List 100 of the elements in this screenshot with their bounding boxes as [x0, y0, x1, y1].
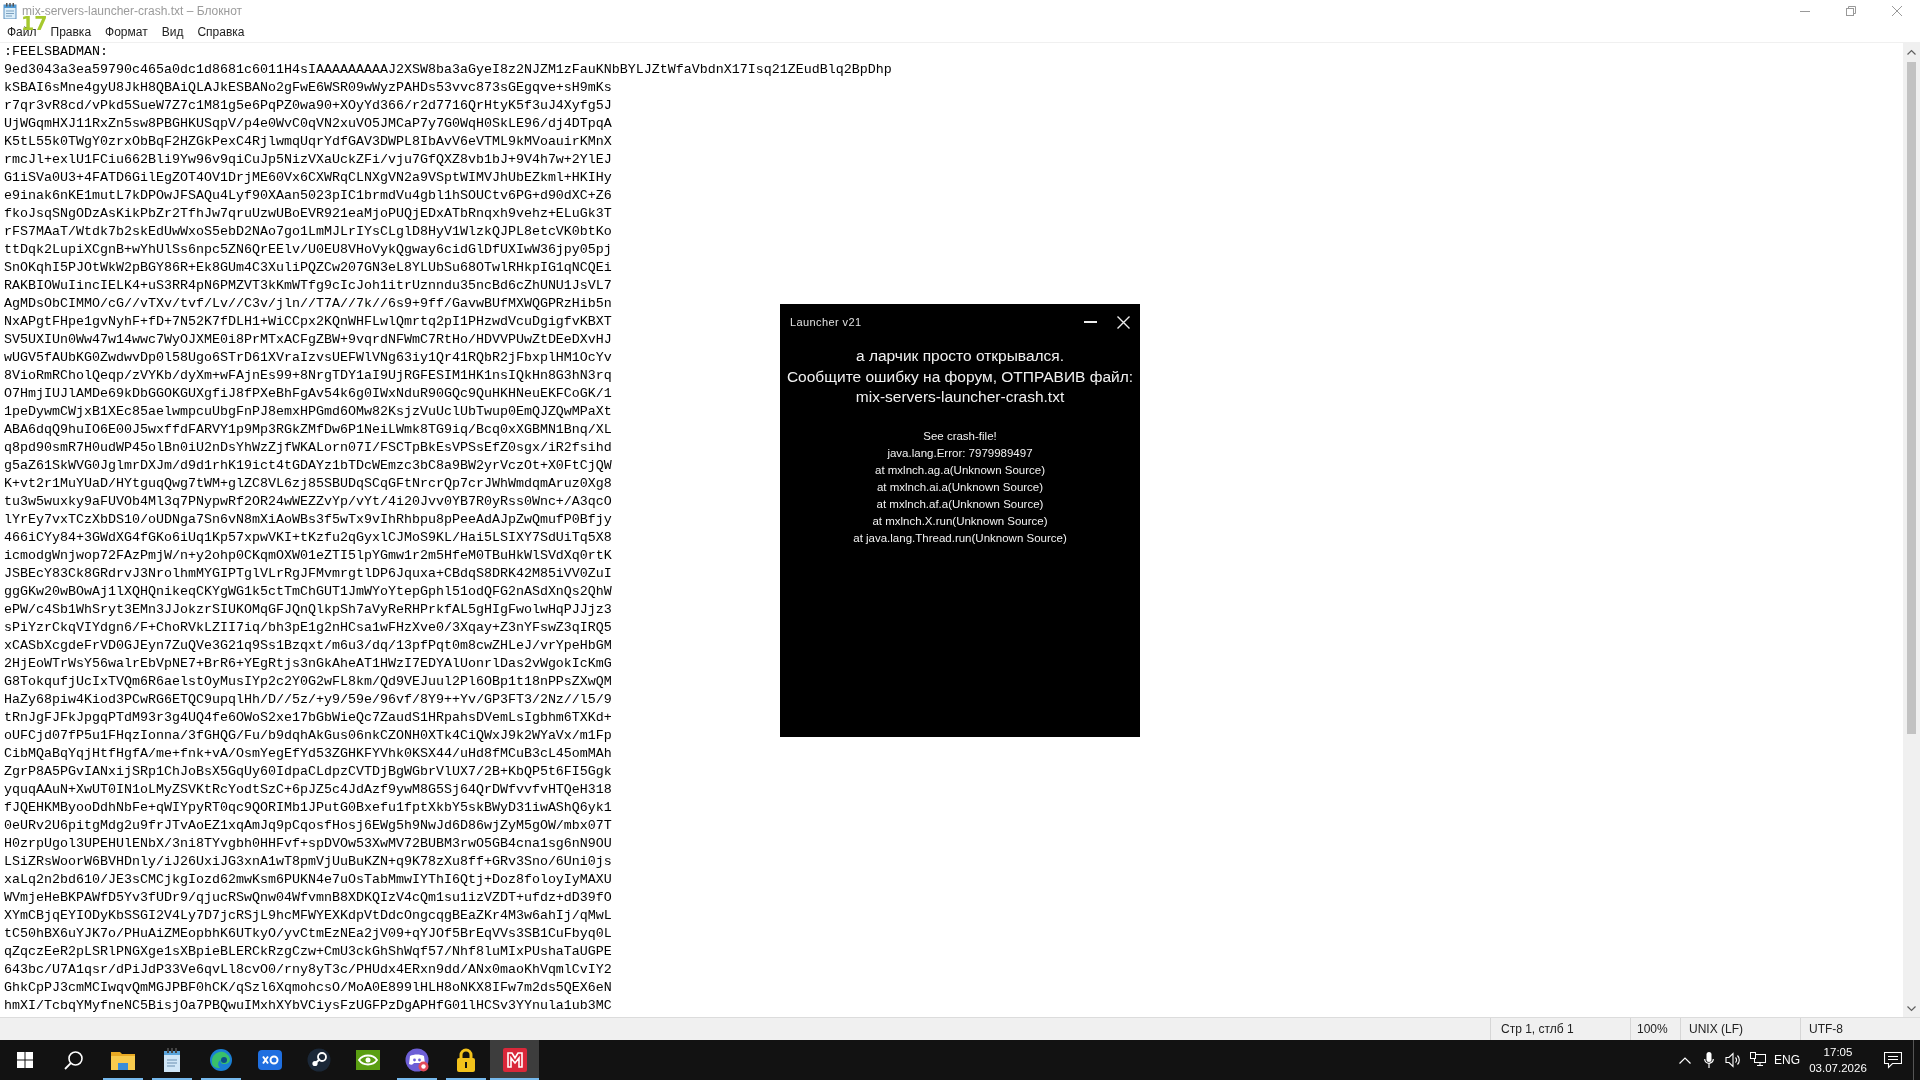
eye-logo-icon: [355, 1048, 380, 1072]
windows-logo-icon: [16, 1052, 33, 1068]
text-line: O7HmjIUJlAMDe69kDbGGOKGUXgfiJ8fPXeBhFgAv54k6g0IWxNduR90GQc9QuHKHNeuEKFCoGK/1: [4, 385, 612, 403]
clock-date: 03.07.2026: [1809, 1061, 1867, 1076]
error-message: а ларчик просто открывался.: [856, 346, 1064, 366]
encoding: UTF-8: [1809, 1022, 1843, 1036]
text-line: yquqAAuN+XwUT0IN1oLMyZSVKtRcYodtSzC+6pJZ5c4JdAzf9ywM8G5Sj64QrDWfvvfvHTQeH318: [4, 781, 612, 799]
text-line: K+vt2r1MuYUaD/HYtguqQwg7tWM+glZC8VL6zj85SBUDqSCqGFtNrcrQp7crJWhWmdqmAruz0Xg8: [4, 475, 612, 493]
text-line: q8pd90smR7H0udWP45olBn0iU2nDsYhWzZjfWKALorn07I/FSCTpBkEsVPSsEfZ0sgx/iR2fsihd: [4, 439, 612, 457]
stack-trace-line: at mxlnch.ai.a(Unknown Source): [876, 479, 1044, 495]
text-line: tu3w5wuxky9aFUVOb4Ml3q7PNypwRf2OR24wWEZZvYp/vYt/4i20Jvv0YB7R0yRss0Wnc+/A3qcO: [4, 493, 612, 511]
text-line: 643bc/U7A1qsr/dPiJdP33Ve6qvLl8cvO0/rny8yT3c/PHUdx4ERxn9dd/ANx0maoKhVqmlCvIY2: [4, 961, 612, 979]
text-line: fkoJsqSNgODzAsKikPbZr2TfhJw7qruUzwUBoEVR921eaMjoPUQjEDxATbRnqxh9vehz+ELuGk3T: [4, 205, 612, 223]
error-message: Сообщите ошибку на форум, ОТПРАВИВ файл:: [786, 366, 1134, 387]
dialog-title: Launcher v21: [790, 315, 863, 330]
menu-item[interactable]: Формат: [98, 23, 155, 41]
chevron-up-icon: [1679, 1056, 1691, 1064]
microphone-icon: [1704, 1052, 1714, 1068]
disc-logo-icon: [306, 1048, 331, 1072]
stack-trace-line: at java.lang.Thread.run(Unknown Source): [853, 530, 1067, 546]
text-line: K5tL55k0TWgY0zrxObBqF2HZGkPexC4RjlwmqUqrYdfGAV3DWPL8IbAvV6eVTML9kMVoauirKMnX: [4, 133, 612, 151]
text-line: tRnJgFJFkJpgqPTdM93r3g4UQ4fe6OWoS2xe17bGbWieQc7ZaudS1HRpahsDVemLsIgbhm6TXKd+: [4, 709, 612, 727]
text-line: qZqczEeR2pLSRlPNGXge1sXBpieBLERCkRzgCzw+CmU3ckGhShWqf57/Nhf8luMIxPUshaTaUGPE: [4, 943, 612, 961]
taskbar-app[interactable]: [490, 1040, 539, 1080]
text-line: 9ed3043a3ea59790c465a0dc1d8681c6011H4sIAAAAAAAAAJ2XSW8ba3aGyeI8z2NJZM1zFauKNbBYLJZtWfaVbdnX17Isq21ZEudBlq2BpDhp: [4, 61, 892, 79]
notepad-icon: [3, 3, 17, 19]
text-line: G8TokqufjUcIxTVQm6R6aelstOyMusIYp2c2Y0G2wFL8km/Qd9VEJuul2Pl6OBp1t18nPPsZXwQM: [4, 673, 612, 691]
stack-trace-line: at mxlnch.af.a(Unknown Source): [876, 496, 1044, 512]
text-line: hmXI/TcbqYMyfneNC5BisjOa7PBQwuIMxhXYbVCiysFzUGFPzDgAPHfG01lHCSv3YYnula1ub3MC: [4, 997, 612, 1015]
minimize-icon: [1084, 321, 1097, 323]
cursor-position: Стр 1, стлб 1: [1501, 1022, 1574, 1036]
error-message: mix-servers-launcher-crash.txt: [855, 387, 1065, 407]
text-line: e9inak6nKE1mutL7kDPOwJFSAQu4Lyf90XAan5023pIC1brmdVu4gbl1hSOUCtv6PG+d90dXC+Z6: [4, 187, 612, 205]
text-line: G1iSVa0U3+4FATD6GilEgZOT4OV1DrjME60Vx6CXWRqCLNXgVN2a9VSptWIMVJhUbEZkml+HKIHy: [4, 169, 612, 187]
network-icon: [1750, 1052, 1766, 1068]
text-line: tC50hBX6uYJK7o/PHuAiZMEopbhK6UTkyO/yvCtmEzNEa2jV09+qYJOf5BrEqVVs3SB1CuFbyq0L: [4, 925, 612, 943]
text-line: rmcJl+exlU1FCiu662Bli9Yw96v9qiCuJp5NizVXaUckZFi/vju7GfQXZ8vb1bJ+9V4h7w+2YlEJ: [4, 151, 612, 169]
text-line: GhkCpPJ3cmMCIwqvQmMGJPBF0hCK/qSzl6XqmohcsO/MoA0E899lHLH8oNKX8IFw7m2ds5QEX6eN: [4, 979, 612, 997]
stack-trace-line: java.lang.Error: 7979989497: [887, 445, 1033, 461]
text-line: ZgrP8A5PGvIANxijSRp1ChJoBsX5GqUy60IdpaCLdpzCVTDjBgWGbrVlUX7/2B+KbQP5t6FI5Ggk: [4, 763, 612, 781]
text-line: :FEELSBADMAN:: [4, 43, 108, 61]
text-line: 8VioRmRCholQeqp/zVYKb/dyXm+wFAjnEs99+8NrgTDY1aI9UjRGFESIM1HK1nsIQkHn8G3hN3rq: [4, 367, 612, 385]
speaker-icon: [1725, 1052, 1741, 1068]
text-line: HaZy68piw4Kiod3PCwRG6ETQC9upqlHh/D//5z/+y9/59e/96vf/8Y9++Yv/GP3FT3/2Nz//l5/9: [4, 691, 612, 709]
stack-trace-line: at mxlnch.ag.a(Unknown Source): [875, 462, 1045, 478]
text-line: XYmCBjqEYIODyKbSSGI2V4Ly7D7jcRSjL9hcMFWYEXKdpVtDdcOngcqgBEaZKr4M3w6ahIj/qMwL: [4, 907, 612, 925]
controller-face-icon: [404, 1048, 429, 1072]
stack-trace-line: at mxlnch.X.run(Unknown Source): [872, 513, 1048, 529]
text-line: 2HjEoWTrWsY56walrEbVpNE7+BrR6+YEgRtjs3nGkAheAT1HWzI7EDYAlUonrlDas2vWgokIcKmG: [4, 655, 612, 673]
zoom-level: 100%: [1637, 1022, 1668, 1036]
text-line: SV5UXIUn0Ww47w14wwc7WyOJXME0i8PrMTxACFgZBW+9vqrdNFWmC7RtHo/HDVVPUwZtDEeDXvHJ: [4, 331, 612, 349]
text-line: WVmjeHeBKPAWfD5Yv3fUDr9/qjucRSwQnw04WfvmnB8XDKQIzV4cQm1su1izVZDT+ufdz+dD39fO: [4, 889, 612, 907]
text-line: RAKBIOWuIincIELK4+uS3RR4pN6PMZVT3kKmWTfg9cIcJoh1itrUznndu35ncBd6cZhUNU1JsVL7: [4, 277, 612, 295]
text-line: UjWGqmHXJ11RxZn5sw8PBGHKUSqpV/p4e0WvC0qVN2xuVO5JMCaP7y7G0WqH0SkLE96/dj4DTpqA: [4, 115, 612, 133]
language-indicator[interactable]: ENG: [1771, 1040, 1803, 1080]
vertical-scrollbar[interactable]: [1903, 43, 1920, 1017]
text-line: r7qr3vR8cd/vPkd5SueW7Z7c1M81g5e6PqPZ0wa90+XOyYd366/r2d7716QrHtyK5f3uJ4Xyfg5J: [4, 97, 612, 115]
text-line: ttDqk2LupiXCgnB+wYhUlSs6npc5ZN6QrEElv/U0EU8VHoVykQgway6cidGlDfUXIwW36jpy05pj: [4, 241, 612, 259]
menu-item[interactable]: Правка: [43, 23, 99, 41]
text-line: rFS7MAaT/Wtdk7b2skEdUwWxoS5ebD2NAo7go1LmMJLrIYsCLglD8HyV1WlzkQJPL8etcVK0btKo: [4, 223, 612, 241]
scroll-down-icon[interactable]: [1907, 1006, 1916, 1012]
xo-logo-icon: [257, 1048, 282, 1072]
text-line: xCASbXcgdeFrVD0GJEyn7ZuQVe3G21q9Ss1Bzqxt/m6u3/dq/13pfPqt0m8cwZHLeJ/vrYpeHbGM: [4, 637, 612, 655]
scroll-up-icon[interactable]: [1907, 49, 1916, 55]
folder-icon: [110, 1050, 135, 1070]
search-icon: [63, 1050, 84, 1070]
minimize-icon: [1800, 10, 1810, 12]
notification-icon: [1884, 1051, 1902, 1069]
text-line: ggGKw20wBOwAj1lXQHQnikeqCKYgWG1k5ctTmChGUT1JmWYoYtepGphl51odQFG2nASdXnQs2QhW: [4, 583, 612, 601]
clock-time: 17:05: [1823, 1045, 1853, 1060]
text-line: lYrEy7vxTCzXbDS10/oUDNga7Sn6vN8mXiAoWBs3f5wTx9vIhRhbpu8pPeeAdAJpZwQmufP0Bfjy: [4, 511, 612, 529]
text-line: sPiYzrCkqVIYdgn6/F+ChoRVkLZII7iq/bh3pE1g2nHCsa1wFHzXve0/3Xqay+Z3nYFswZ3qIRQ5: [4, 619, 612, 637]
stack-trace-line: See crash-file!: [923, 428, 997, 444]
text-line: JSBEcY83Ck8GRdrvJ3NrolhmMYGIPTglVLrRgJFMvmrgtlDP6Jquxa+CBdqS8DRK42M85iVV0ZuI: [4, 565, 612, 583]
scrollbar-thumb[interactable]: [1907, 62, 1916, 734]
text-line: 466iCYy84+3GWdXG4fGKo6iUq1Kp57xpwVKI+tKzfu2qGyxlCJMoS9KL/Hai5LSIXY7SdUiTq5X8: [4, 529, 612, 547]
text-line: fJQEHKMByooDdhNbFe+qWIYpyRT0qc9QORIMb1JPutG0Bxefu1fptXkbY5skBWyD31iwAShQ6yk1: [4, 799, 612, 817]
text-line: icmodgWnjwop72FAzPmjW/n+y2ohp0CKqmOXW01eZTI5lpYGmw1r2m5HfeM0TBuHkWlSVdXq0rtK: [4, 547, 612, 565]
text-line: ABA6dqQ9huIO6E00J5wxffdFARVY1p9Mp3RGkZMfDw6P1NeiLWmk8TG9iq/Bcq0xXGBMN1Bnq/XL: [4, 421, 612, 439]
restore-icon: [1846, 6, 1856, 16]
close-icon: [1117, 315, 1130, 329]
text-line: g5aZ61SkWVG0JglmrDXJm/d9d1rhK19ict4tGDAYz1bTDcWEmzc3bC8a9BW2yrVczOt+X0FtCjQW: [4, 457, 612, 475]
text-line: 1peDywmCWjxB1XEc85aelwmpcuUbgFnPJ8emxHPGmd6OMw82KsjzVuUclUbTwup0EmQJZQwMPaXt: [4, 403, 612, 421]
menu-item[interactable]: Справка: [190, 23, 252, 41]
text-line: H0zrpUgol3UPEHUlENbX/3ni8TYvgbh0HHFvf+spDVOw53XwMV72BUBM3rwO5GB4cna1sg6nN9OU: [4, 835, 612, 853]
text-line: 0eURv2U6pitgMdg2u9frJTvAoEZ1xqAmJq9pCqosfHosj6EWg5h9NwJd6D86wjZyM5gOW/mbx07T: [4, 817, 612, 835]
close-icon: [1892, 6, 1902, 16]
text-line: NxAPgtFHpe1gvNyhF+fD+7N52K7fDLH1+WiCCpx2KQnWHFLwlQmrtq2pI1PHzwdVcuDgigfvKBXT: [4, 313, 612, 331]
menu-item[interactable]: Вид: [154, 23, 191, 41]
text-line: SnOKqhI5PJOtWkW2pBGY86R+Ek8GUm4C3XuliPQZCw207GN3eL8YLUbSu68OTwlRHkpIG1qNCQEi: [4, 259, 612, 277]
clock[interactable]: 17:05 03.07.2026: [1803, 1040, 1873, 1080]
text-line: xaLq2n2bd610/JE3sCMCjkgIozd62mwKsm6PUKN4e7uOsTabMmwIYThI6Qtj+Doz8foloyIyMAXU: [4, 871, 612, 889]
line-endings: UNIX (LF): [1689, 1022, 1743, 1036]
padlock-icon: [455, 1048, 476, 1072]
text-line: wUGV5fAUbKG0ZwdwvDp0l58Ugo6STrD61XVraIzvsUEFWlVNg63iy1Qr41RQbR2jFbxplHM1OcYv: [4, 349, 612, 367]
browser-icon: [208, 1048, 233, 1072]
text-line: AgMDsObCIMMO/cG//vTXv/tvf/Lv//C3v/jln//T7A//7k//6s9+9ff/GavwBUfMXWQGPRzHib5n: [4, 295, 612, 313]
text-line: oUFCjd07fP5u1FHqzIonna/3fGHQG/Fu/b9dqhAkGus06nkCZONH0XTk4CiQWxJ9k2WYaVx/m1Fp: [4, 727, 612, 745]
text-line: LSiZRsWoorW6BVHDnly/iJ26UxiJG3xnA1wT8pmVjUuBuKZN+q9K78zXu8ff+GRv3Sno/6Uni0js: [4, 853, 612, 871]
launcher-logo-icon: [502, 1048, 527, 1072]
